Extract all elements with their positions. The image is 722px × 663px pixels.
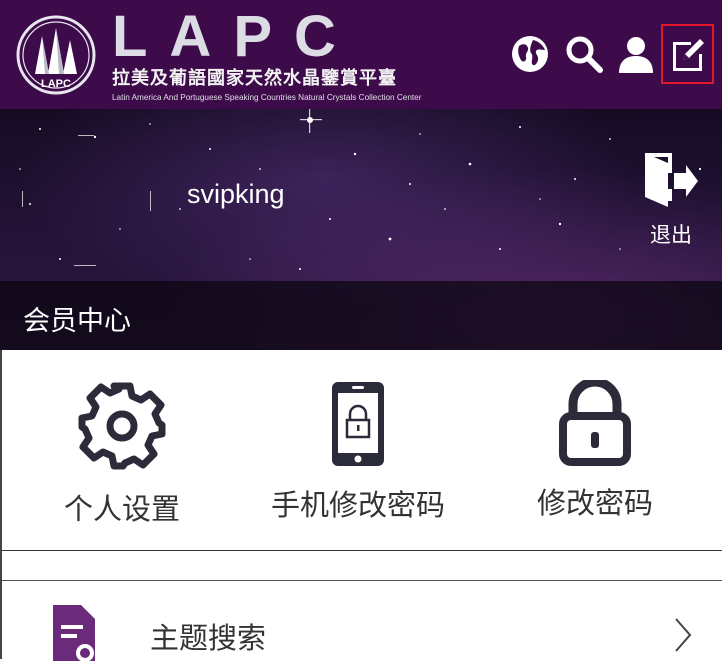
logout-icon [645,153,698,207]
search-icon[interactable] [564,34,604,74]
gear-icon [78,382,166,470]
profile-banner: svipking 退出 会员中心 [0,109,722,350]
change-password-label: 修改密码 [536,486,653,520]
personal-settings-label: 个人设置 [63,492,180,526]
member-center-title: 会员中心 [23,306,131,337]
top-header: LAPC LAPC 拉美及葡語國家天然水晶鑒賞平臺 Latin America … [0,0,722,109]
phone-change-password-button[interactable]: 手机修改密码 [260,380,456,524]
brand-chinese: 拉美及葡語國家天然水晶鑒賞平臺 [112,68,397,88]
username: svipking [187,179,285,209]
topic-search-label: 主题搜索 [150,621,267,655]
phone-change-password-label: 手机修改密码 [270,488,445,522]
left-edge-line [0,350,2,659]
brand-name: LAPC [112,4,358,69]
chevron-right-icon [675,618,692,652]
document-search-icon [53,605,95,662]
padlock-icon [559,380,631,466]
personal-settings-button[interactable]: 个人设置 [52,380,192,528]
member-center-bar: 会员中心 [0,281,722,350]
change-password-button[interactable]: 修改密码 [522,380,668,522]
brand-english: Latin America And Portuguese Speaking Co… [112,93,422,102]
brand-block: LAPC 拉美及葡語國家天然水晶鑒賞平臺 Latin America And P… [112,4,422,103]
logout-button[interactable]: 退出 [640,149,702,249]
edit-button[interactable] [661,24,714,84]
globe-icon[interactable] [510,34,550,74]
feature-shortcuts: 个人设置 手机修改密码 修改密码 [0,350,722,551]
user-icon[interactable] [616,34,656,74]
lapc-logo-badge[interactable]: LAPC [15,14,97,96]
menu-item-topic-search[interactable]: 主题搜索 [0,581,722,662]
logout-label: 退出 [650,223,692,247]
phone-lock-icon [332,382,384,466]
logo-badge-text: LAPC [41,78,71,90]
edit-icon [673,39,704,71]
